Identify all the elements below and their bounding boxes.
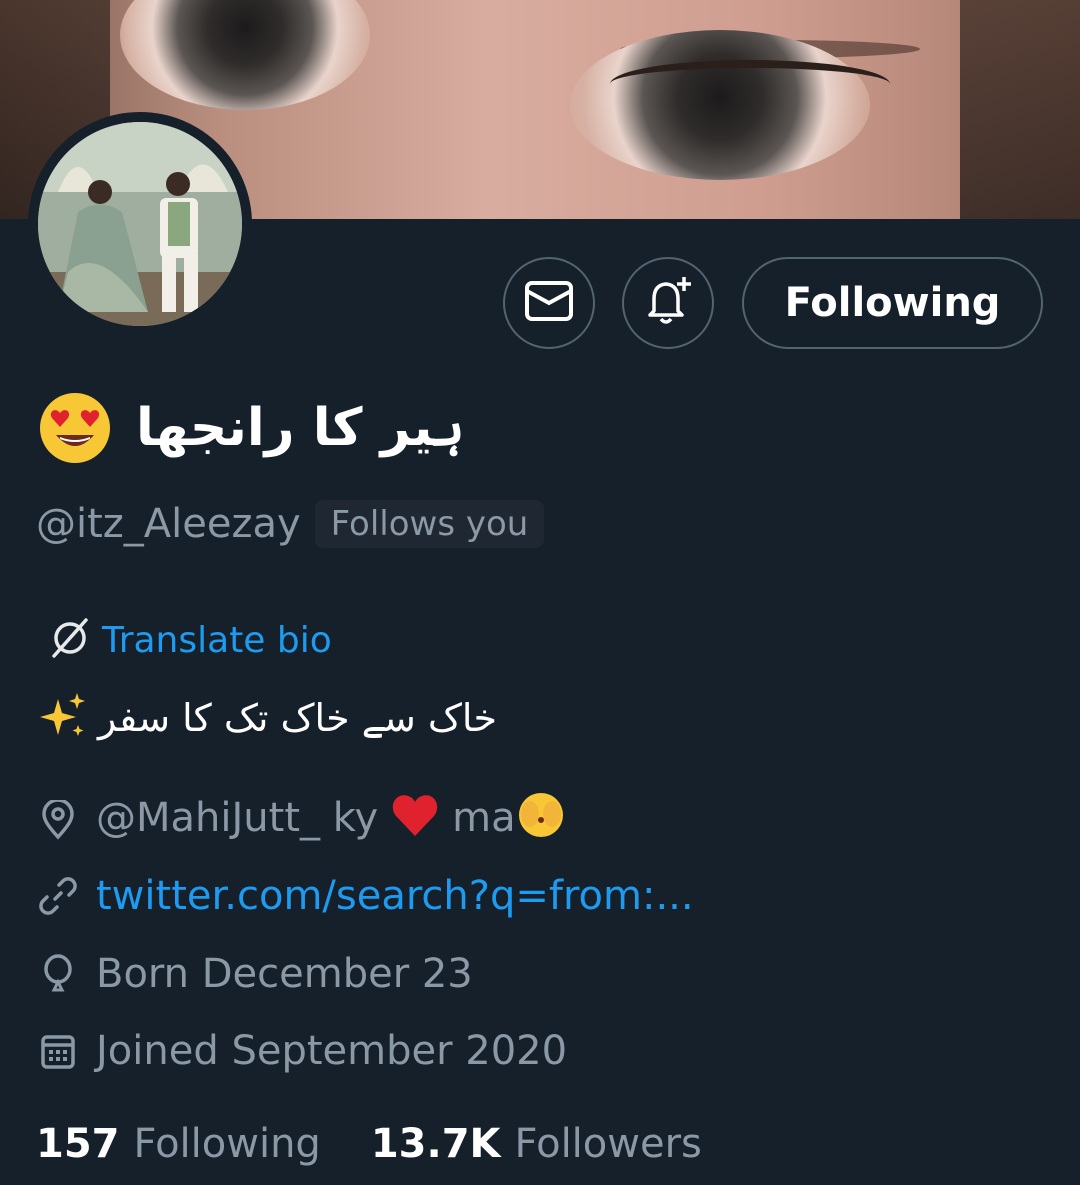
handle-row: @itz_Aleezay Follows you: [36, 494, 545, 554]
display-name-row: ہیر کا رانجھا: [38, 388, 465, 468]
bio: خاک سے خاک تک کا سفر: [36, 688, 497, 748]
following-button[interactable]: Following: [742, 257, 1043, 349]
birthday-row: Born December 23: [38, 946, 473, 1002]
user-handle: @itz_Aleezay: [36, 501, 301, 547]
joined-text: Joined September 2020: [96, 1028, 568, 1074]
following-stat[interactable]: 157 Following: [36, 1121, 321, 1167]
birthday-text: Born December 23: [96, 951, 473, 997]
red-heart-emoji-icon: [390, 792, 440, 848]
avatar[interactable]: [28, 112, 252, 336]
banner-eye-left: [120, 0, 370, 110]
peeking-face-emoji-icon: [516, 790, 566, 850]
sparkles-emoji-icon: [36, 689, 90, 747]
bell-plus-icon: [640, 273, 696, 333]
location-prefix: @MahiJutt_ ky: [96, 795, 379, 841]
translate-bio-link[interactable]: Translate bio: [46, 612, 332, 668]
balloon-icon: [38, 954, 78, 994]
follow-stats: 157 Following 13.7K Followers: [36, 1116, 702, 1172]
follows-you-badge: Follows you: [314, 500, 545, 548]
calendar-icon: [38, 1031, 78, 1071]
profile-page: Following ہیر کا رانجھا @itz_Aleezay Fol…: [0, 0, 1080, 1185]
heart-eyes-emoji-icon: [38, 391, 112, 465]
message-button[interactable]: [503, 257, 595, 349]
location-pin-icon: [38, 800, 78, 840]
notifications-button[interactable]: [622, 257, 714, 349]
banner-lash: [610, 60, 890, 108]
following-stat-label: Following: [133, 1121, 321, 1167]
followers-count: 13.7K: [370, 1121, 501, 1167]
envelope-icon: [524, 279, 574, 327]
location-row: @MahiJutt_ ky ma: [38, 792, 566, 848]
link-icon: [38, 876, 78, 916]
website-link[interactable]: twitter.com/search?q=from:...: [96, 873, 694, 919]
avatar-photo: [38, 122, 242, 326]
translate-bio-label: Translate bio: [102, 619, 332, 661]
following-count: 157: [36, 1121, 120, 1167]
display-name: ہیر کا رانجھا: [136, 398, 465, 458]
translate-globe-icon: [46, 614, 94, 666]
banner-hair-right: [960, 0, 1080, 219]
location-text: @MahiJutt_ ky ma: [96, 790, 566, 850]
followers-stat-label: Followers: [514, 1121, 702, 1167]
website-row: twitter.com/search?q=from:...: [38, 868, 694, 924]
joined-row: Joined September 2020: [38, 1023, 567, 1079]
location-suffix: ma: [452, 795, 516, 841]
followers-stat[interactable]: 13.7K Followers: [371, 1121, 702, 1167]
bio-text: خاک سے خاک تک کا سفر: [98, 696, 497, 740]
